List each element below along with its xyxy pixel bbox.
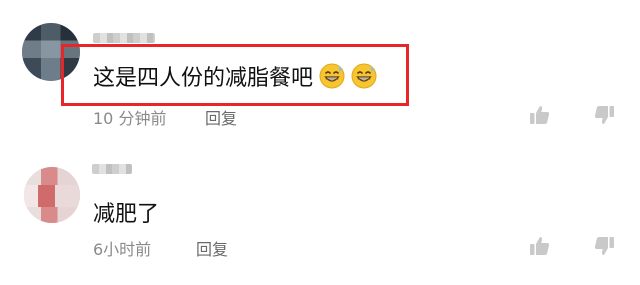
grinning-sweat-emoji	[351, 63, 377, 89]
thumbs-up-icon[interactable]	[528, 234, 552, 258]
reply-button[interactable]: 回复	[196, 236, 228, 260]
grinning-sweat-emoji	[319, 63, 345, 89]
thumbs-down-icon[interactable]	[592, 234, 616, 258]
thumbs-up-icon[interactable]	[528, 103, 552, 127]
comment-time: 6小时前	[93, 240, 152, 259]
username-blurred[interactable]	[92, 164, 132, 174]
comment-body: 这是四人份的减脂餐吧	[93, 66, 314, 91]
comment-item: 这是四人份的减脂餐吧 10 分钟前 回复	[0, 0, 640, 145]
avatar[interactable]	[24, 167, 80, 223]
thumbs-down-icon[interactable]	[592, 103, 616, 127]
username-blurred[interactable]	[93, 33, 155, 43]
comment-body: 减肥了	[93, 202, 160, 227]
reply-button[interactable]: 回复	[205, 105, 237, 129]
comment-text: 这是四人份的减脂餐吧	[93, 60, 377, 92]
comment-time: 10 分钟前	[93, 109, 167, 128]
